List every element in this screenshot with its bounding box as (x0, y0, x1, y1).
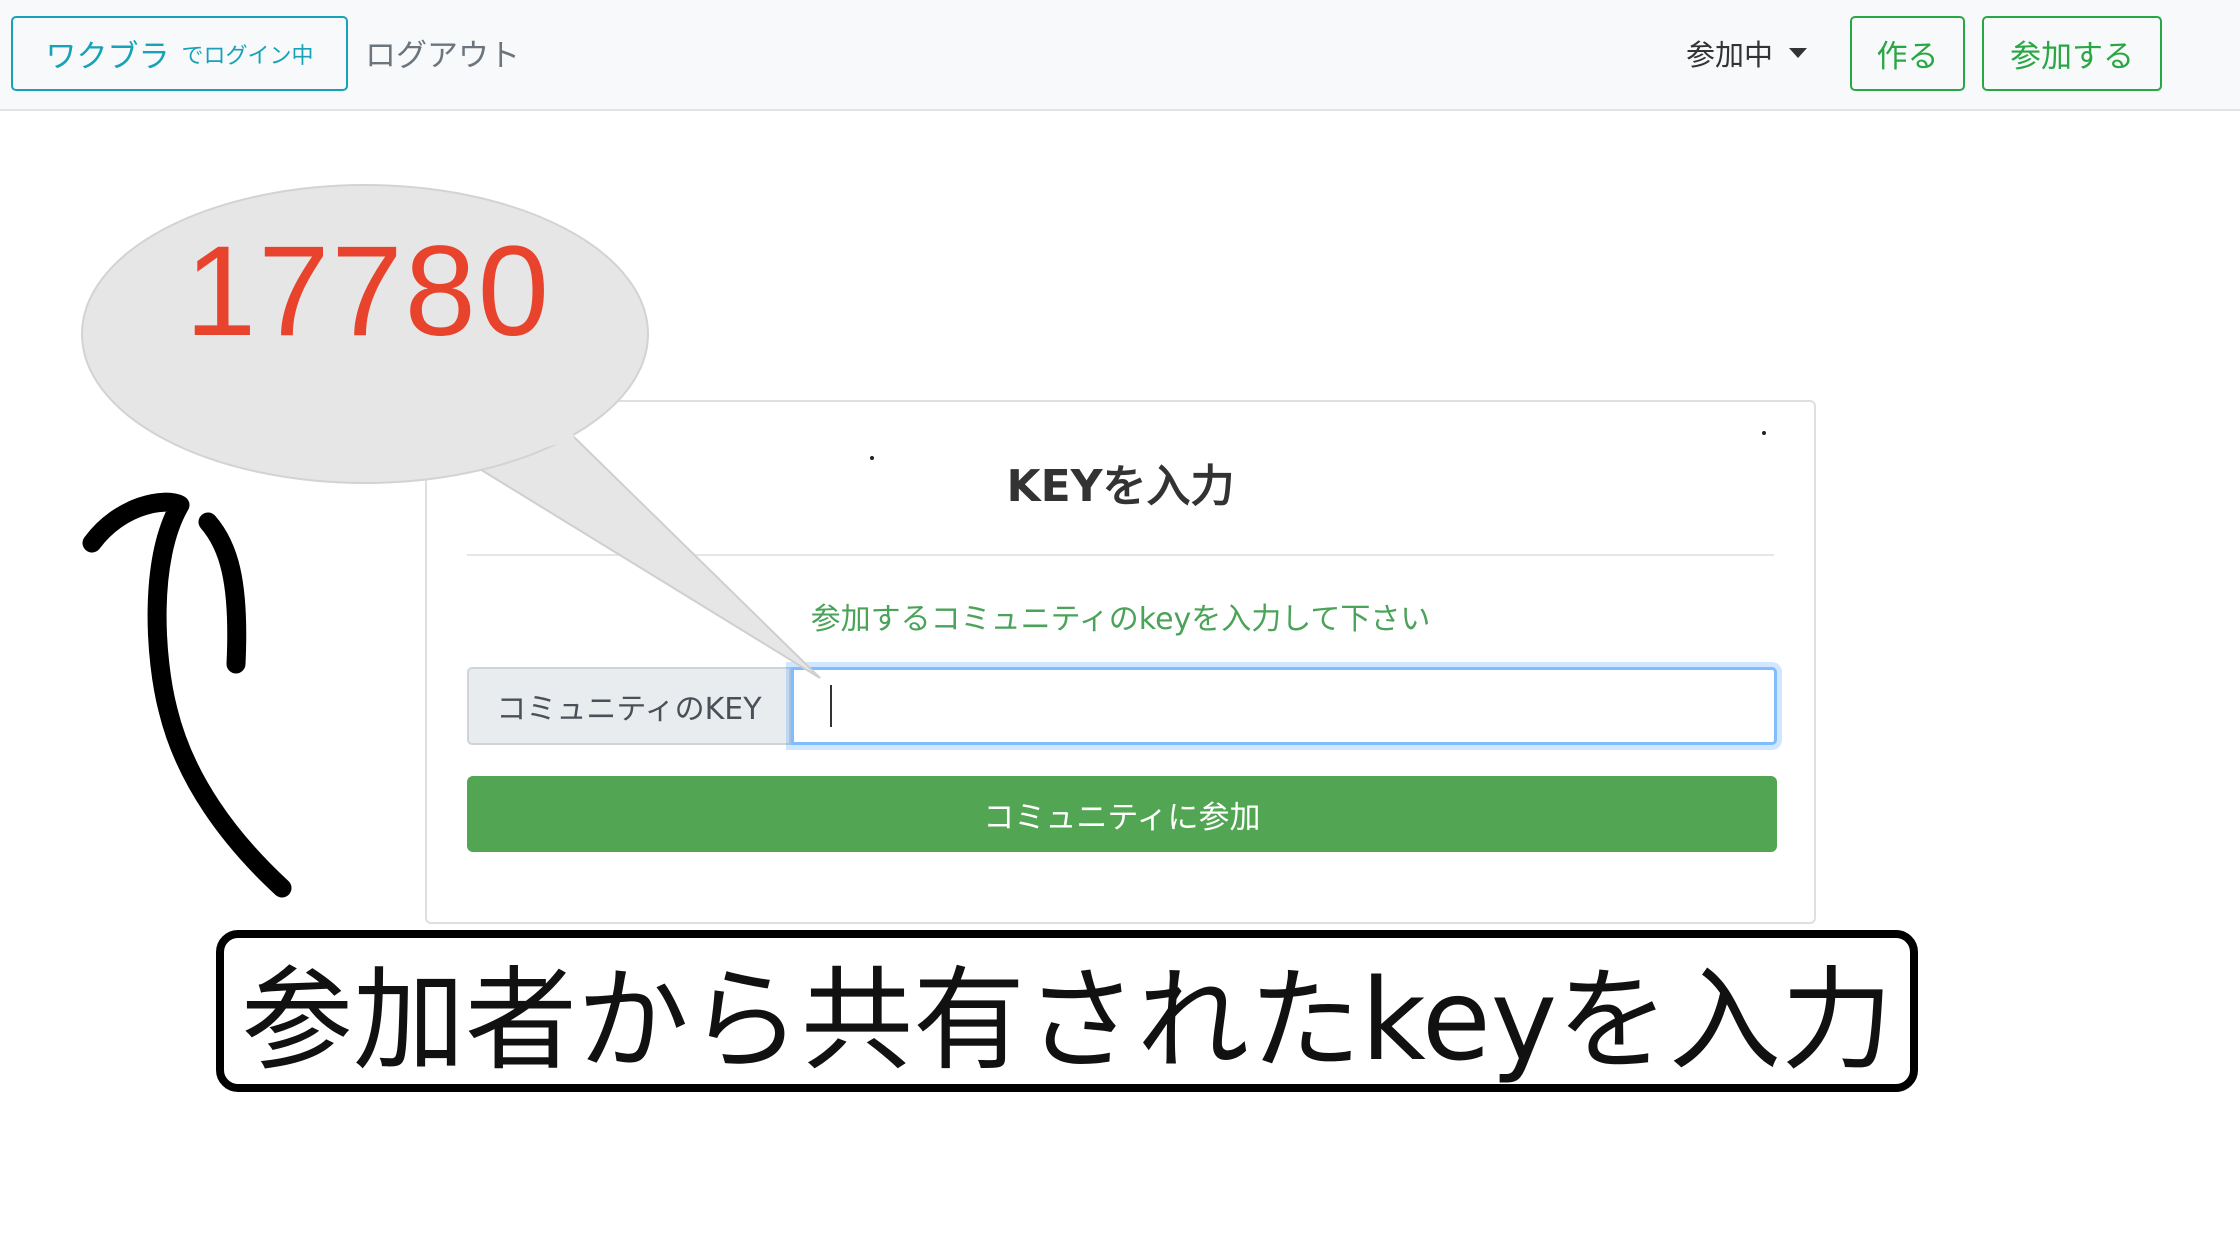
caption-box: 参加者から共有されたkeyを入力 (216, 930, 1918, 1092)
hand-drawn-arrow (82, 492, 292, 898)
bubble-number-text: 17780 (185, 220, 551, 363)
